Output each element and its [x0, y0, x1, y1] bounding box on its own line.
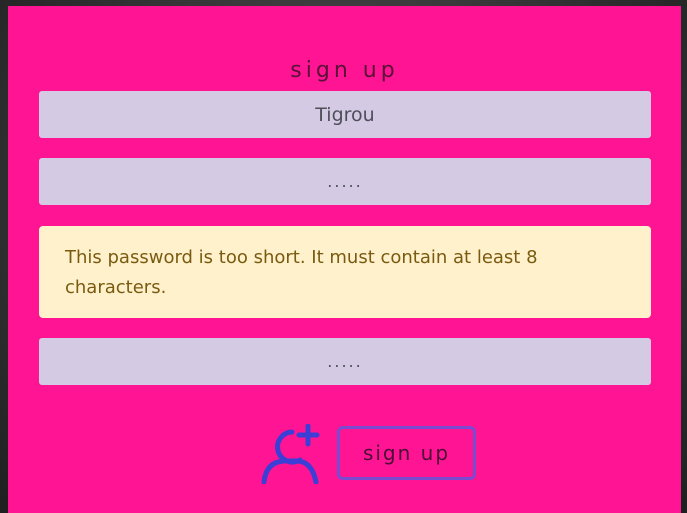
username-input[interactable]: [39, 91, 651, 138]
form-actions: sign up: [8, 424, 681, 486]
signup-panel: sign up This password is too short. It m…: [8, 6, 681, 513]
password-error-alert: This password is too short. It must cont…: [39, 226, 651, 318]
password-input[interactable]: [39, 158, 651, 205]
user-plus-icon: [261, 424, 320, 484]
form-title: sign up: [290, 58, 399, 83]
confirm-password-input[interactable]: [39, 338, 651, 385]
sign-up-button[interactable]: sign up: [337, 426, 476, 480]
